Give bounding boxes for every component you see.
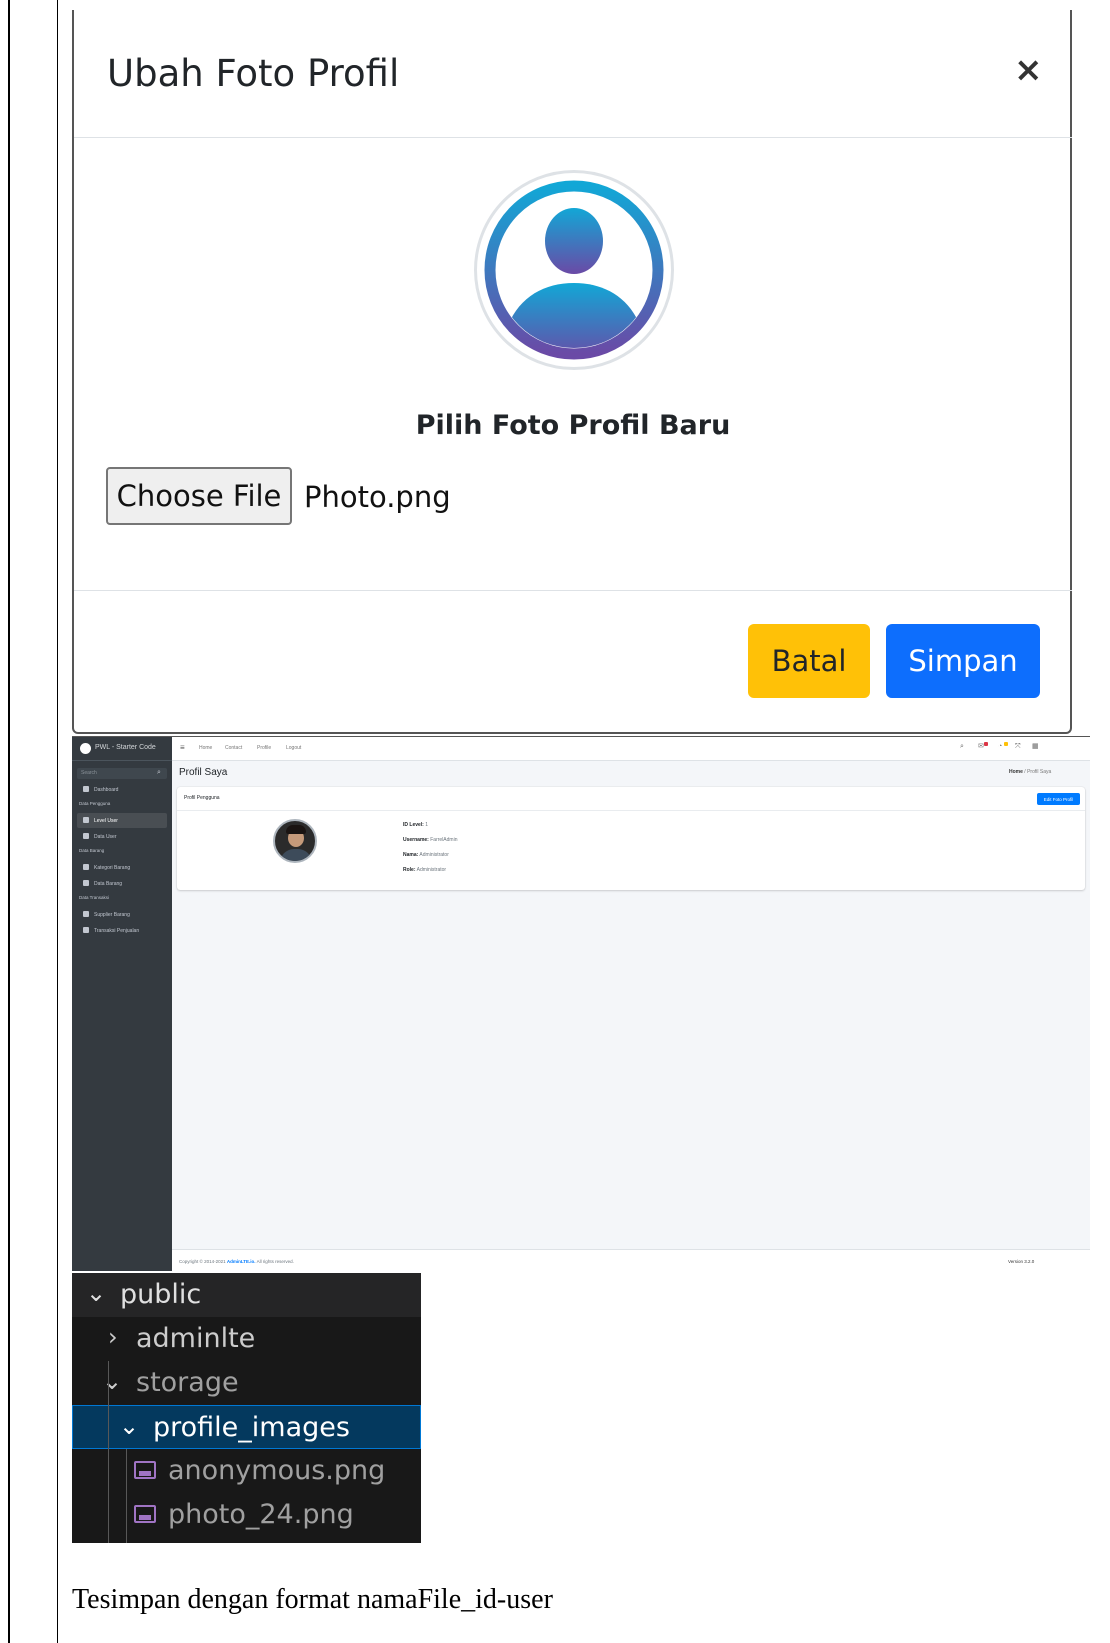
nav-link-logout[interactable]: Logout <box>286 745 301 751</box>
sidebar-section-header: Data Pengguna <box>79 801 111 806</box>
sidebar-item-label: Data Barang <box>94 881 123 887</box>
nav-link-contact[interactable]: Contact <box>225 745 242 751</box>
sidebar-item-supplier-barang[interactable]: Supplier Barang <box>77 907 167 922</box>
sidebar-item-transaksi-penjualan[interactable]: Transaksi Penjualan <box>77 923 167 938</box>
info-username: Username: FarrelAdmin <box>403 837 458 843</box>
image-file-icon <box>134 1461 156 1479</box>
control-sidebar-icon[interactable]: ▦ <box>1032 743 1039 750</box>
choose-file-button[interactable]: Choose File <box>106 467 292 525</box>
search-icon[interactable]: ⌕ <box>960 743 967 750</box>
modal-header: Ubah Foto Profil × <box>74 10 1072 138</box>
sidebar-item-data-user[interactable]: Data User <box>77 829 167 844</box>
sidebar-item-label: Transaksi Penjualan <box>94 928 140 934</box>
profile-card: Profil Pengguna Edit Foto Profil ID Leve… <box>177 787 1085 890</box>
breadcrumb-home[interactable]: Home <box>1009 769 1023 775</box>
tree-label: anonymous.png <box>168 1455 386 1486</box>
sidebar-section-header: Data Transaksi <box>79 895 110 900</box>
list-icon <box>83 880 89 886</box>
change-photo-modal: Ubah Foto Profil × Pilih Foto Profil Bar… <box>72 10 1072 734</box>
sidebar-search-input[interactable]: Search ⌕ <box>77 768 167 779</box>
brand-logo-icon <box>80 743 91 754</box>
chevron-right-icon: › <box>108 1323 118 1351</box>
chevron-down-icon: ⌄ <box>86 1279 107 1307</box>
image-file-icon <box>134 1505 156 1523</box>
layers-icon <box>83 817 89 823</box>
dashboard-icon <box>83 786 89 792</box>
tree-label: storage <box>136 1367 239 1398</box>
breadcrumb-separator: / <box>1024 769 1026 775</box>
modal-subtitle: Pilih Foto Profil Baru <box>415 410 731 441</box>
folder-storage[interactable]: ⌄ storage <box>72 1361 421 1405</box>
caption-text: Tesimpan dengan format namaFile_id-user <box>72 1584 553 1615</box>
file-explorer: ⌄ public › adminlte ⌄ storage ⌄ profile_… <box>72 1273 421 1543</box>
nav-link-home[interactable]: Home <box>199 745 212 751</box>
sidebar: PWL - Starter Code Search ⌕ Dashboard Da… <box>72 737 172 1271</box>
cash-register-icon <box>83 927 89 933</box>
sidebar-section-header: Data Barang <box>79 848 105 853</box>
notifications-badge <box>1004 742 1008 746</box>
bookmark-icon <box>83 864 89 870</box>
avatar-preview <box>474 170 674 370</box>
sidebar-item-label: Data User <box>94 834 117 840</box>
sidebar-item-data-barang[interactable]: Data Barang <box>77 876 167 891</box>
sidebar-item-label: Dashboard <box>94 787 119 793</box>
file-photo-24-png[interactable]: photo_24.png <box>72 1493 421 1537</box>
folder-public[interactable]: ⌄ public <box>72 1273 421 1317</box>
sidebar-item-dashboard[interactable]: Dashboard <box>77 782 167 797</box>
footer-brand-link[interactable]: AdminLTE.io. <box>227 1259 256 1264</box>
app-footer: Copyright © 2014-2021 AdminLTE.io. All r… <box>172 1249 1090 1271</box>
profile-photo <box>273 819 317 863</box>
hamburger-menu-icon[interactable]: ≡ <box>180 743 185 752</box>
folder-profile-images[interactable]: ⌄ profile_images <box>72 1405 421 1449</box>
fullscreen-icon[interactable]: ⤧ <box>1015 743 1022 750</box>
comments-badge <box>984 742 988 746</box>
indent-guide <box>108 1361 109 1543</box>
card-title: Profil Pengguna <box>184 795 220 801</box>
save-button[interactable]: Simpan <box>886 624 1040 698</box>
info-id-level: ID Level: 1 <box>403 822 429 828</box>
edit-photo-button[interactable]: Edit Foto Profil <box>1037 793 1080 805</box>
sidebar-item-label: Level User <box>94 818 118 824</box>
folder-adminlte[interactable]: › adminlte <box>72 1317 421 1361</box>
file-anonymous-png[interactable]: anonymous.png <box>72 1449 421 1493</box>
sidebar-brand[interactable]: PWL - Starter Code <box>72 737 172 761</box>
top-navbar: ≡ Home Contact Profile Logout ⌕ ✉ ◔ ⤧ ▦ <box>172 737 1090 761</box>
tree-label: photo_24.png <box>168 1499 354 1530</box>
document-column-divider <box>57 0 58 1643</box>
cancel-button[interactable]: Batal <box>748 624 870 698</box>
close-icon[interactable]: × <box>1014 50 1043 90</box>
sidebar-item-level-user[interactable]: Level User <box>77 813 167 828</box>
modal-title: Ubah Foto Profil <box>107 52 400 95</box>
truck-icon <box>83 911 89 917</box>
indent-guide <box>126 1449 127 1543</box>
modal-footer-divider <box>74 590 1072 591</box>
selected-file-name: Photo.png <box>304 480 451 514</box>
sidebar-item-kategori-barang[interactable]: Kategori Barang <box>77 860 167 875</box>
admin-app-screenshot: PWL - Starter Code Search ⌕ Dashboard Da… <box>72 736 1090 1271</box>
breadcrumb-current: Profil Saya <box>1027 769 1052 775</box>
card-header: Profil Pengguna Edit Foto Profil <box>177 787 1085 811</box>
version-text: Version 3.2.0 <box>1008 1259 1035 1264</box>
tree-label: public <box>120 1279 202 1310</box>
sidebar-item-label: Supplier Barang <box>94 912 130 918</box>
user-icon <box>83 833 89 839</box>
sidebar-item-label: Kategori Barang <box>94 865 131 871</box>
default-user-icon <box>484 180 664 360</box>
chevron-down-icon: ⌄ <box>119 1412 140 1440</box>
info-role: Role: Administrator <box>403 867 447 873</box>
copyright-text: Copyright © 2014-2021 AdminLTE.io. All r… <box>179 1259 294 1264</box>
search-placeholder: Search <box>81 770 97 776</box>
info-nama: Nama: Administrator <box>403 852 449 858</box>
nav-link-profile[interactable]: Profile <box>257 745 271 751</box>
tree-label: profile_images <box>153 1412 350 1443</box>
breadcrumb: Home / Profil Saya <box>1009 769 1051 775</box>
tree-label: adminlte <box>136 1323 256 1354</box>
chevron-down-icon: ⌄ <box>102 1367 123 1395</box>
brand-text: PWL - Starter Code <box>95 744 156 751</box>
page-title: Profil Saya <box>179 767 228 778</box>
document-border-left <box>8 0 10 1643</box>
search-icon[interactable]: ⌕ <box>157 769 161 777</box>
